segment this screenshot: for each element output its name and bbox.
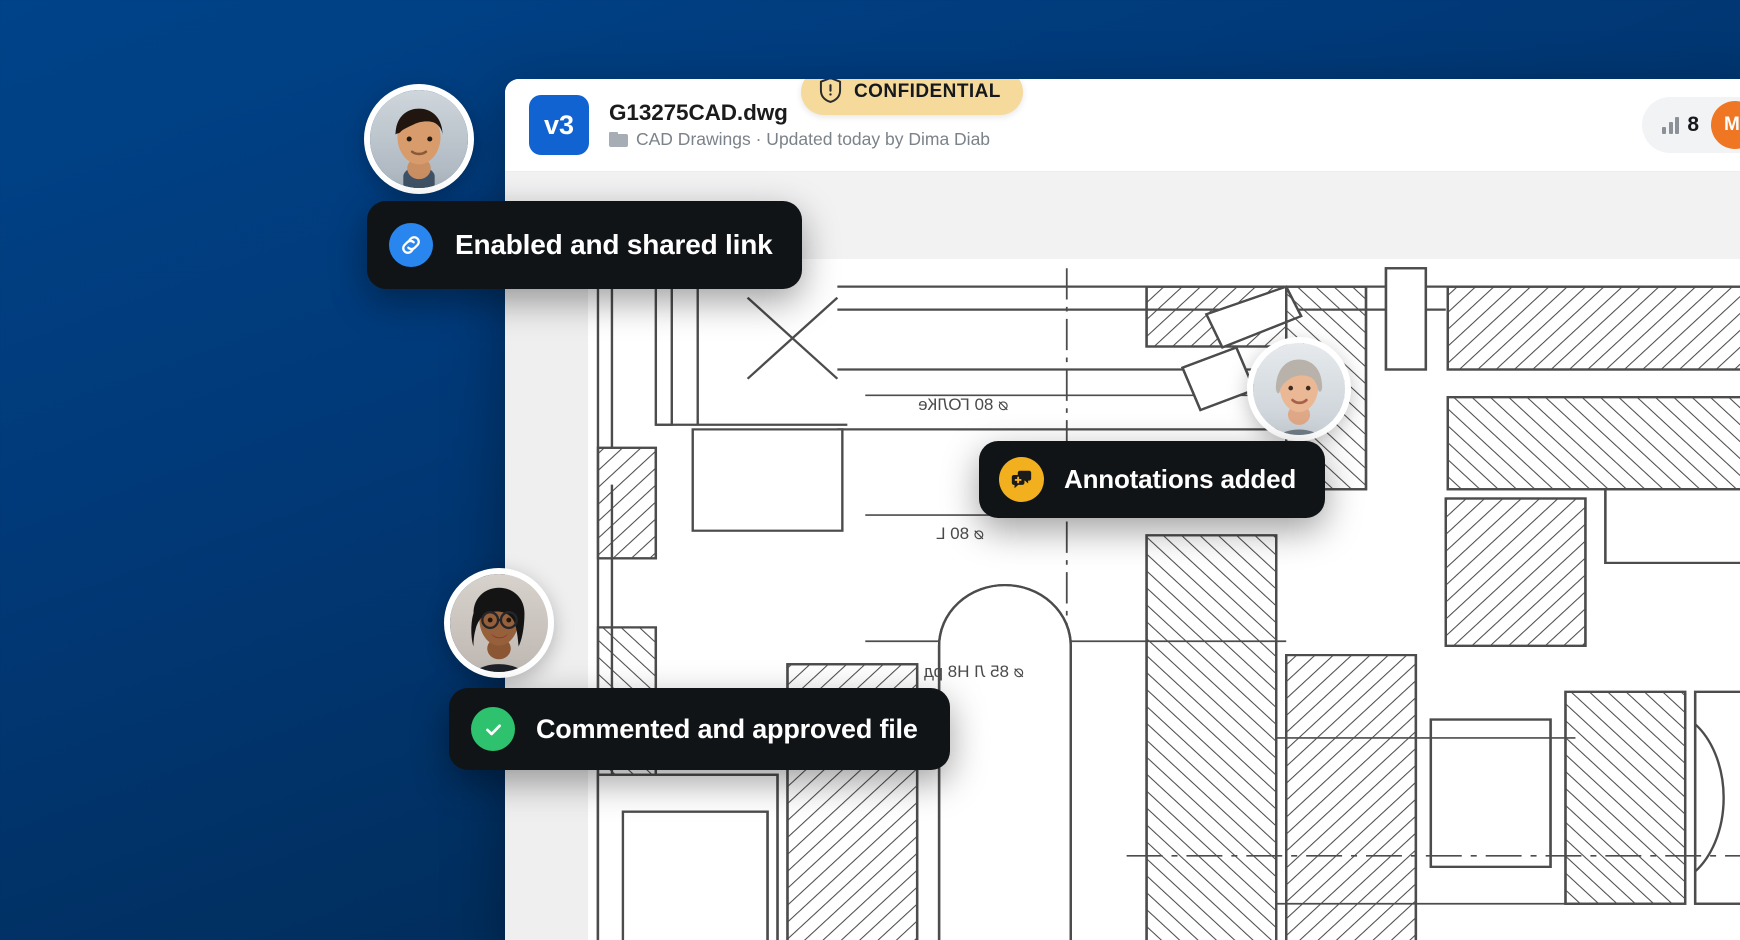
toast-annotations-added[interactable]: Annotations added [979,441,1325,518]
toast-enabled-shared-link[interactable]: Enabled and shared link [367,201,802,289]
avatar-photo [450,574,548,672]
avatar-collaborator-mid[interactable] [1247,337,1351,441]
viewer-count: 8 [1687,113,1699,137]
confidential-label: CONFIDENTIAL [854,81,1001,103]
version-chip[interactable]: v3 [529,95,589,155]
file-subtitle-row: CAD Drawings · Updated today by Dima Dia… [609,129,990,150]
link-icon [389,223,433,267]
toast-commented-approved[interactable]: Commented and approved file [449,688,950,770]
avatar-collaborator-low[interactable] [444,568,554,678]
toast-label: Annotations added [1064,464,1296,495]
avatar-collaborator-top[interactable] [364,84,474,194]
viewers-pill[interactable]: 8 MI [1642,97,1740,153]
toast-label: Commented and approved file [536,714,918,745]
avatar-mi[interactable]: MI [1711,101,1740,149]
drawing-canvas[interactable]: ⌀ 80 ГОЛКе ⌀ 80 L ⌀ 85 Л H8 рд [505,259,1740,940]
check-circle-icon [471,707,515,751]
annotation-add-icon [999,457,1044,502]
avatar-photo [370,90,468,188]
toast-label: Enabled and shared link [455,229,772,261]
avatar-photo [1253,343,1345,435]
dimension-label: ⌀ 80 ГОЛКе [918,395,1008,415]
dimension-label: ⌀ 85 Л H8 рд [924,662,1024,682]
dimension-label: ⌀ 80 L [936,524,984,544]
file-subtitle: CAD Drawings · Updated today by Dima Dia… [636,129,990,150]
folder-icon [609,132,628,147]
file-card-header: v3 G13275CAD.dwg CAD Drawings · Updated … [505,79,1740,171]
bar-chart-icon [1662,117,1679,134]
confidential-badge: CONFIDENTIAL [801,79,1023,115]
drawing-sheet: ⌀ 80 ГОЛКе ⌀ 80 L ⌀ 85 Л H8 рд [588,259,1740,940]
shield-alert-icon [818,79,843,109]
cad-drawing-svg [588,259,1740,940]
